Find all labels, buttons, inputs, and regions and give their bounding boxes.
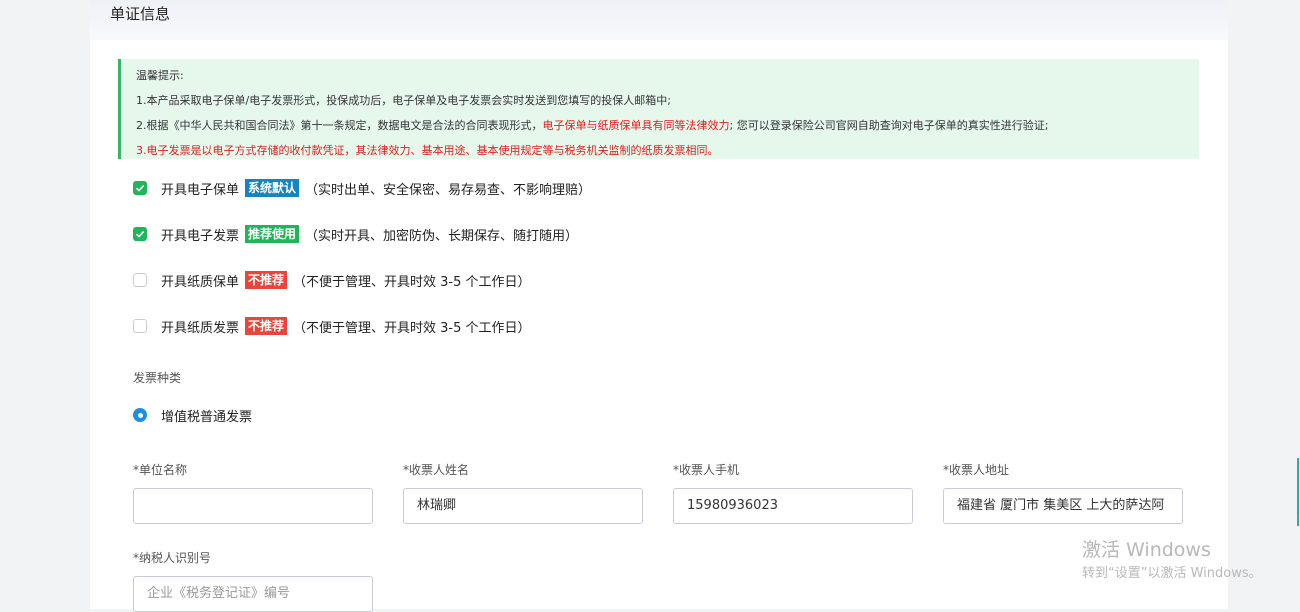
notice-line-2-highlight: 电子保单与纸质保单具有同等法律效力	[542, 119, 730, 132]
option-label: 开具纸质发票	[161, 320, 240, 336]
section-title: 单证信息	[110, 5, 171, 23]
option-desc: （实时开具、加密防伪、长期保存、随打随用）	[305, 228, 579, 244]
notice-line-3: 3.电子发票是以电子方式存储的收付款凭证，其法律效力、基本用途、基本使用规定等与…	[136, 144, 719, 157]
company-name-label: *单位名称	[133, 463, 188, 477]
scrollbar-indicator[interactable]	[1297, 458, 1299, 526]
checkbox[interactable]	[133, 227, 147, 241]
recipient-phone-input[interactable]: 15980936023	[673, 488, 913, 524]
recipient-address-label: *收票人地址	[943, 463, 1010, 477]
invoice-type-option[interactable]: 增值税普通发票	[133, 405, 252, 425]
option-electronic-policy[interactable]: 开具电子保单 系统默认 （实时出单、安全保密、易存易查、不影响理赔）	[133, 178, 591, 198]
option-electronic-invoice[interactable]: 开具电子发票 推荐使用 （实时开具、加密防伪、长期保存、随打随用）	[133, 224, 578, 244]
company-name-input[interactable]	[133, 488, 373, 524]
document-info-card: 单证信息 温馨提示: 1.本产品采取电子保单/电子发票形式，投保成功后，电子保单…	[90, 0, 1228, 612]
option-desc: （实时出单、安全保密、易存易查、不影响理赔）	[305, 182, 592, 198]
notice-line-2-part3: ; 您可以登录保险公司官网自助查询对电子保单的真实性进行验证;	[729, 119, 1049, 132]
check-icon	[135, 230, 145, 238]
card-header: 单证信息	[90, 0, 1228, 40]
check-icon	[135, 184, 145, 192]
recipient-address-input[interactable]: 福建省 厦门市 集美区 上大的萨达阿	[943, 488, 1183, 524]
taxpayer-id-label: *纳税人识别号	[133, 551, 212, 565]
checkbox[interactable]	[133, 319, 147, 333]
option-desc: （不便于管理、开具时效 3-5 个工作日）	[293, 274, 531, 290]
badge-default: 系统默认	[245, 179, 300, 197]
checkbox[interactable]	[133, 273, 147, 287]
invoice-type-text: 增值税普通发票	[161, 409, 253, 425]
recipient-phone-label: *收票人手机	[673, 463, 740, 477]
recipient-name-input[interactable]: 林瑞卿	[403, 488, 643, 524]
windows-activation-title: 激活 Windows	[1082, 539, 1211, 561]
notice-line-2: 2.根据《中华人民共和国合同法》第十一条规定，数据电文是合法的合同表现形式，电子…	[136, 113, 1199, 138]
option-label: 开具电子保单	[161, 182, 240, 198]
badge-not-recommended: 不推荐	[245, 317, 288, 335]
notice-line-1: 1.本产品采取电子保单/电子发票形式，投保成功后，电子保单及电子发票会实时发送到…	[136, 94, 671, 107]
option-label: 开具纸质保单	[161, 274, 240, 290]
windows-activation-hint: 转到“设置”以激活 Windows。	[1082, 566, 1262, 581]
notice-line-2-part1: 2.根据《中华人民共和国合同法》第十一条规定，数据电文是合法的合同表现形式，	[136, 119, 543, 132]
badge-recommended: 推荐使用	[245, 225, 300, 243]
invoice-type-label: 发票种类	[133, 371, 182, 385]
checkbox[interactable]	[133, 181, 147, 195]
badge-not-recommended: 不推荐	[245, 271, 288, 289]
recipient-name-label: *收票人姓名	[403, 463, 470, 477]
radio-button[interactable]	[133, 408, 147, 422]
notice-box: 温馨提示: 1.本产品采取电子保单/电子发票形式，投保成功后，电子保单及电子发票…	[118, 59, 1199, 159]
option-label: 开具电子发票	[161, 228, 240, 244]
taxpayer-id-input[interactable]: 企业《税务登记证》编号	[133, 576, 373, 612]
option-paper-policy[interactable]: 开具纸质保单 不推荐 （不便于管理、开具时效 3-5 个工作日）	[133, 270, 531, 290]
option-desc: （不便于管理、开具时效 3-5 个工作日）	[293, 320, 531, 336]
option-paper-invoice[interactable]: 开具纸质发票 不推荐 （不便于管理、开具时效 3-5 个工作日）	[133, 316, 531, 336]
notice-heading: 温馨提示:	[136, 69, 184, 82]
